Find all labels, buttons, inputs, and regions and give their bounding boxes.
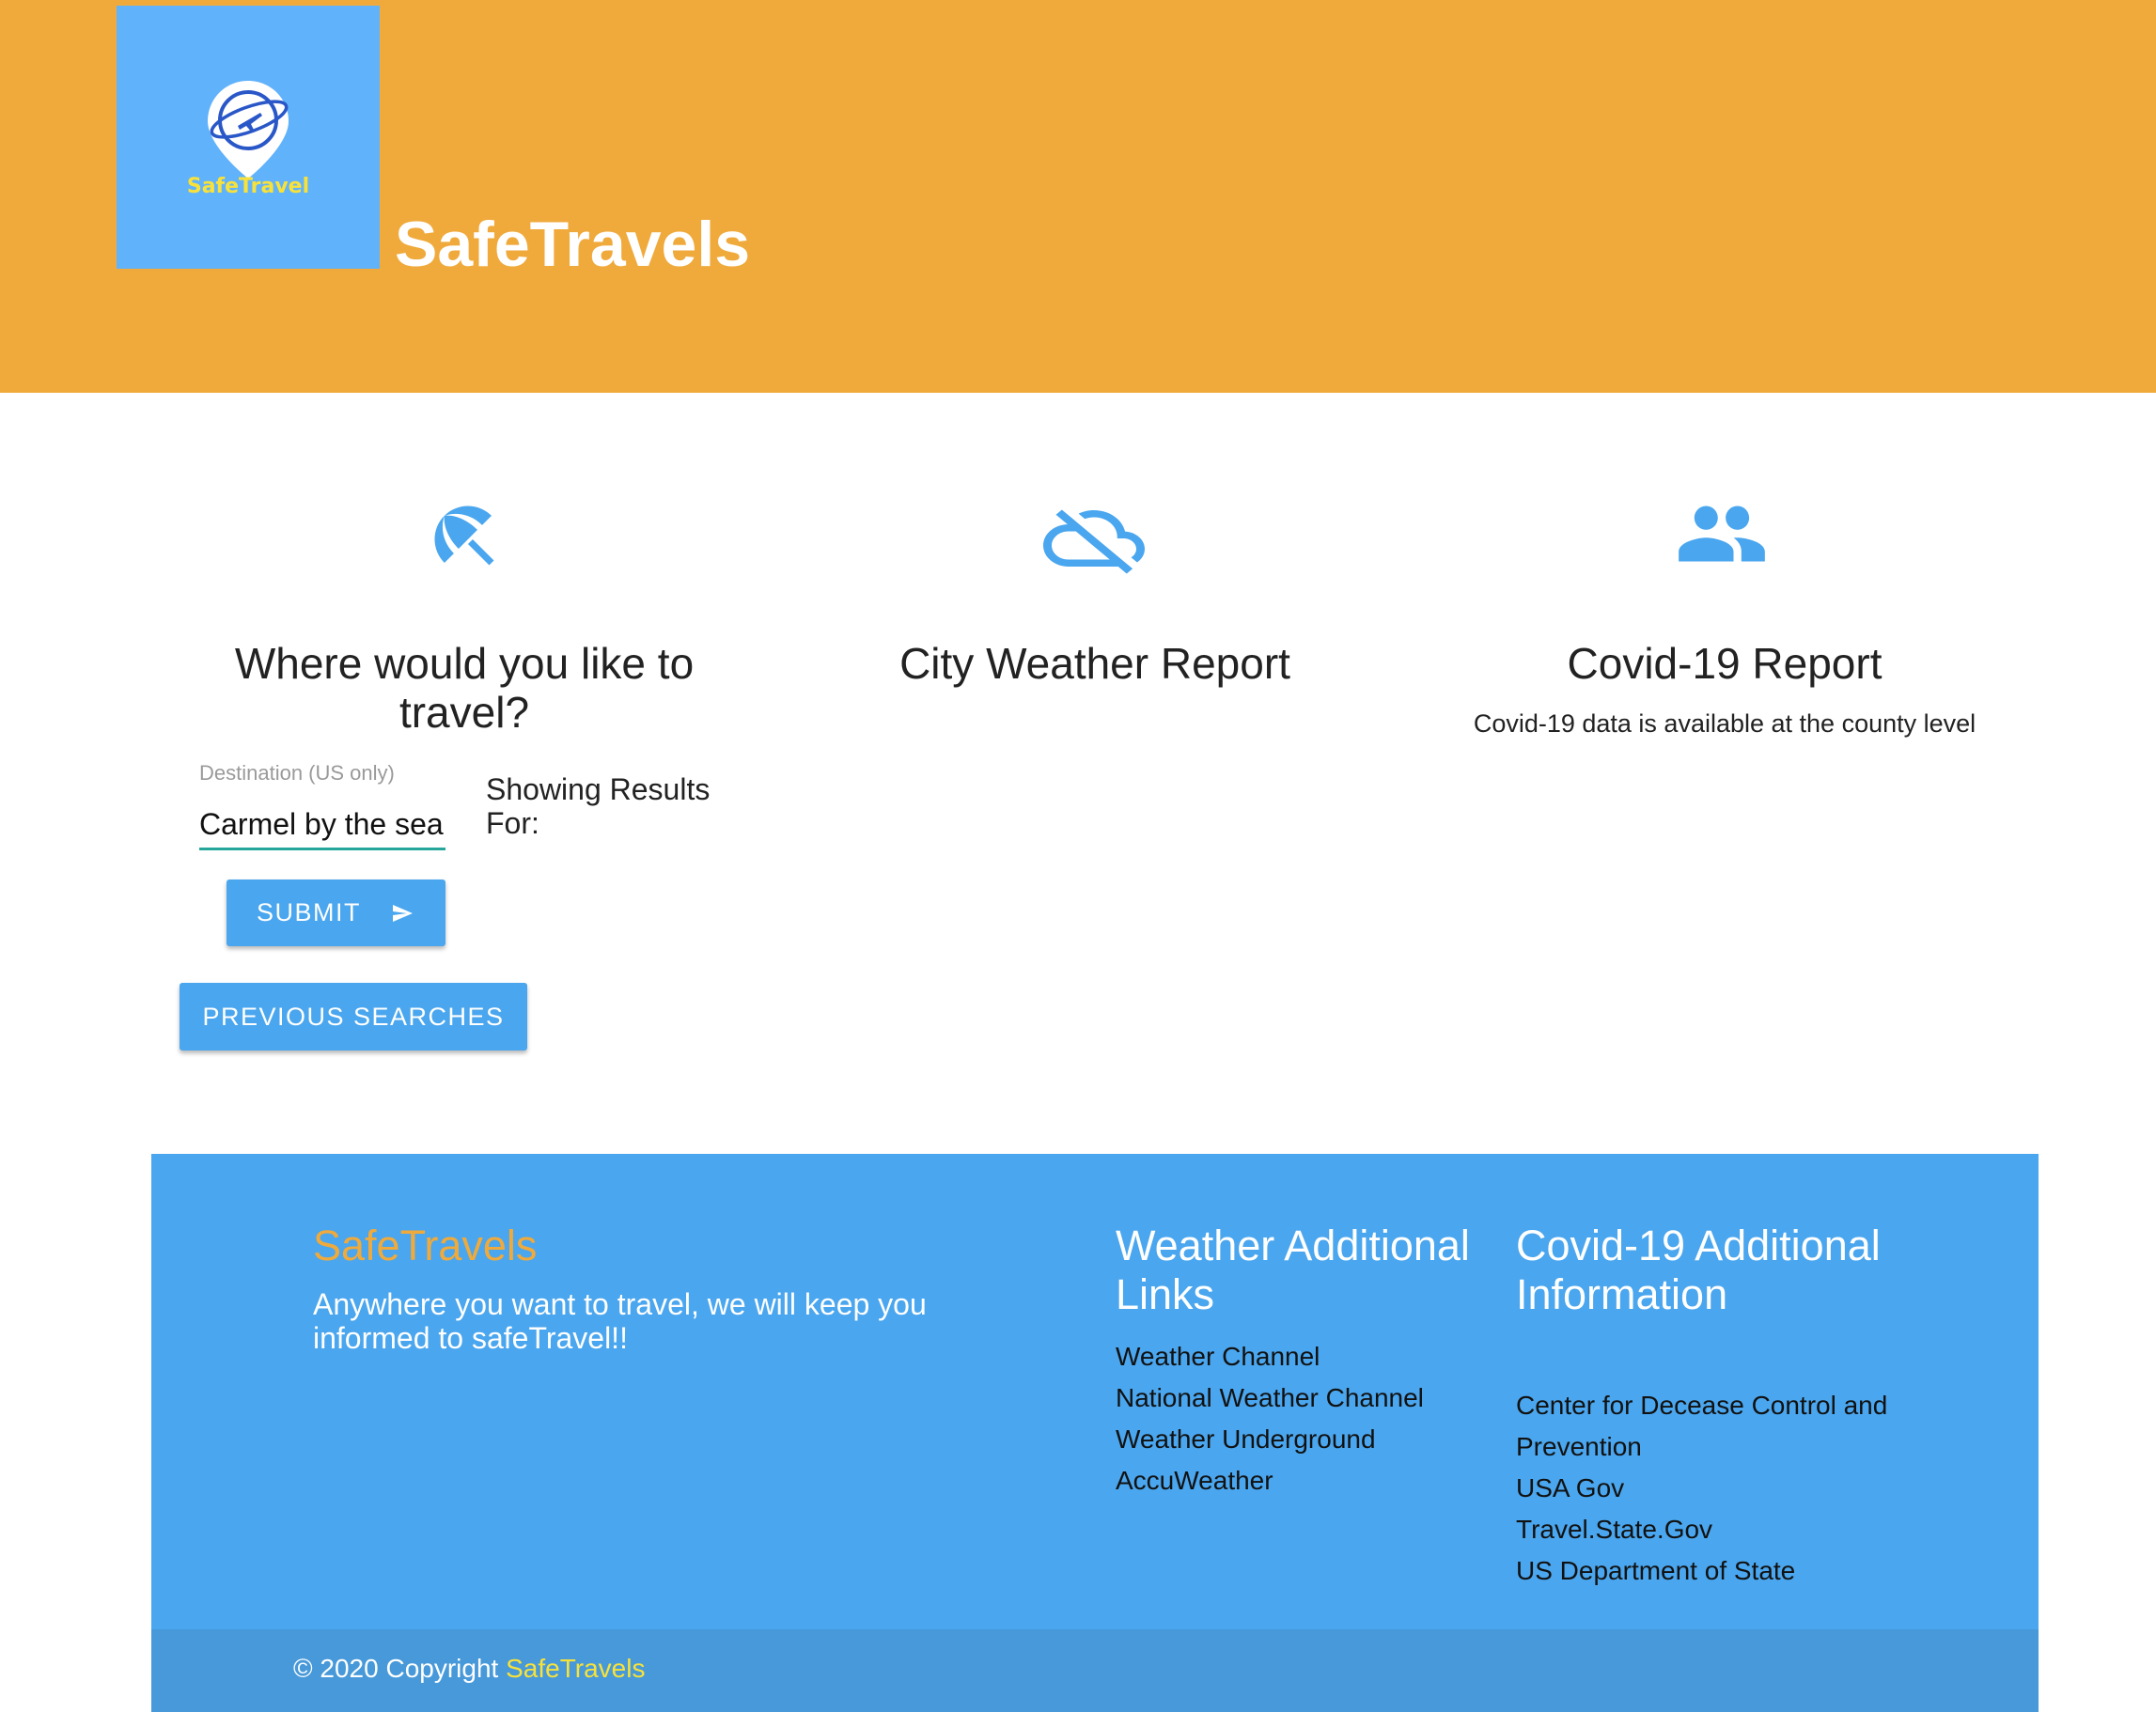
covid-link-cdc[interactable]: Center for Decease Control and Preventio…: [1516, 1385, 1911, 1468]
destination-label: Destination (US only): [199, 761, 395, 785]
copyright-brand-link[interactable]: SafeTravels: [506, 1654, 645, 1683]
covid-links-list: Center for Decease Control and Preventio…: [1516, 1385, 1911, 1592]
covid-links-heading: Covid-19 Additional Information: [1516, 1222, 1881, 1318]
previous-searches-button[interactable]: Previous Searches: [180, 983, 527, 1051]
logo[interactable]: SafeTravel: [117, 6, 380, 269]
people-icon: [1679, 506, 1765, 562]
weather-link-weather-underground[interactable]: Weather Underground: [1116, 1419, 1492, 1460]
site-header: SafeTravel SafeTravels: [0, 0, 2156, 393]
weather-link-national-weather-channel[interactable]: National Weather Channel: [1116, 1377, 1492, 1419]
weather-heading: City Weather Report: [899, 639, 1290, 688]
copyright-text: © 2020 Copyright SafeTravels: [293, 1650, 645, 1688]
submit-button[interactable]: Submit: [227, 879, 445, 946]
beach-umbrella-icon: [434, 506, 494, 566]
weather-links-list: Weather Channel National Weather Channel…: [1116, 1336, 1492, 1502]
weather-link-accuweather[interactable]: AccuWeather: [1116, 1460, 1492, 1502]
logo-text: SafeTravel: [186, 175, 310, 198]
destination-input[interactable]: [199, 801, 445, 850]
submit-button-label: Submit: [256, 898, 361, 926]
footer-brand: SafeTravels: [313, 1222, 538, 1269]
showing-results-label: Showing Results For:: [486, 772, 711, 840]
covid-subtitle: Covid-19 data is available at the county…: [1473, 709, 1976, 738]
copyright-prefix: © 2020 Copyright: [293, 1654, 507, 1683]
covid-link-travel-state-gov[interactable]: Travel.State.Gov: [1516, 1509, 1911, 1550]
footer-tagline: Anywhere you want to travel, we will kee…: [313, 1287, 927, 1355]
search-heading: Where would you like to travel?: [234, 639, 695, 737]
travel-pin-icon: [208, 81, 289, 179]
covid-heading: Covid-19 Report: [1567, 639, 1883, 688]
weather-link-weather-channel[interactable]: Weather Channel: [1116, 1336, 1492, 1377]
page-title: SafeTravels: [395, 209, 751, 280]
previous-searches-label: Previous Searches: [202, 1002, 505, 1031]
cloud-off-icon: [1043, 509, 1145, 574]
site-footer: SafeTravels Anywhere you want to travel,…: [151, 1154, 2039, 1712]
covid-link-us-department-of-state[interactable]: US Department of State: [1516, 1550, 1911, 1592]
covid-link-usa-gov[interactable]: USA Gov: [1516, 1468, 1911, 1509]
send-icon: [393, 904, 413, 922]
copyright-bar: © 2020 Copyright SafeTravels: [151, 1629, 2039, 1712]
weather-links-heading: Weather Additional Links: [1116, 1222, 1470, 1318]
